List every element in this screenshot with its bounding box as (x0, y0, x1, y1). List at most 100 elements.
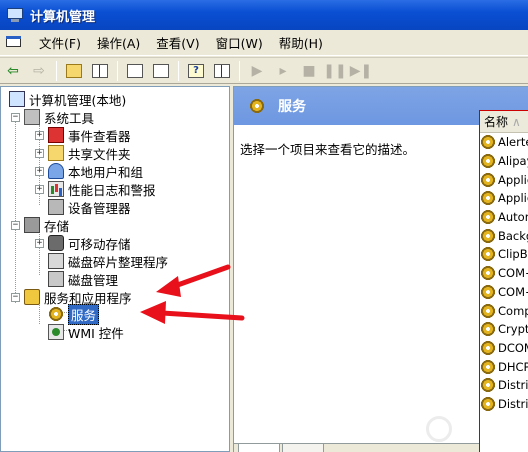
expand-icon[interactable]: + (35, 184, 44, 194)
tree-node-label: 性能日志和警报 (68, 182, 156, 198)
tree-node-device-manager[interactable]: 设备管理器 (48, 198, 131, 216)
list-item[interactable]: Crypto (480, 320, 528, 339)
menu-bar: 文件(F) 操作(A) 查看(V) 窗口(W) 帮助(H) (0, 30, 528, 56)
wmi-control-icon (48, 324, 64, 340)
toolbar: ⇦ ⇨ ? ▶ ▸ ■ ❚❚ ▶❚ (0, 57, 528, 84)
tree-node-label: 共享文件夹 (68, 146, 131, 162)
list-item[interactable]: Applic (480, 170, 528, 189)
sort-indicator: ∧ (512, 114, 521, 129)
console-tree[interactable]: 计算机管理(本地) − 系统工具 + 事件查看器 + 共享文件夹 + 本地用户和… (0, 86, 230, 452)
tree-node-services[interactable]: 服务 (48, 303, 100, 325)
list-item[interactable]: Compu (480, 301, 528, 320)
service-name: COM+ (498, 284, 528, 299)
back-arrow-icon[interactable]: ⇦ (2, 60, 24, 82)
refresh-icon[interactable] (124, 60, 146, 82)
tree-node-label: 磁盘碎片整理程序 (68, 254, 169, 270)
window-menu-icon[interactable] (5, 34, 23, 52)
column-name-label: 名称 (484, 115, 509, 129)
gear-icon (480, 302, 496, 319)
toolbar-separator (178, 60, 179, 81)
list-item[interactable]: DCOM (480, 339, 528, 358)
tree-node-perf-logs[interactable]: + 性能日志和警报 (35, 180, 156, 198)
toolbar-separator (117, 60, 118, 81)
list-item[interactable]: COM+ (480, 283, 528, 302)
services-apps-icon (24, 289, 40, 305)
gear-icon (480, 321, 496, 338)
column-header-name[interactable]: 名称 ∧ (480, 111, 528, 133)
tab-standard[interactable] (282, 444, 324, 452)
list-item[interactable]: Backgr (480, 226, 528, 245)
list-item[interactable]: COM+ (480, 264, 528, 283)
tree-node-storage[interactable]: − 存储 (11, 216, 69, 234)
collapse-icon[interactable]: − (11, 292, 20, 302)
menu-view[interactable]: 查看(V) (148, 33, 207, 52)
restart-service-icon[interactable]: ▶❚ (350, 60, 373, 82)
service-name: ClipBo (498, 247, 528, 262)
list-item[interactable]: Applic (480, 189, 528, 208)
details-pane: 服务 选择一个项目来查看它的描述。 名称 ∧ Alerter Alipay Ap… (233, 86, 528, 452)
list-item[interactable]: ClipBo (480, 245, 528, 264)
list-item[interactable]: Distrib (480, 395, 528, 414)
resume-icon[interactable]: ▸ (272, 60, 294, 82)
pause-service-icon[interactable]: ❚❚ (323, 60, 346, 82)
up-folder-icon[interactable] (63, 60, 85, 82)
defrag-icon (48, 253, 64, 269)
tree-node-shared-folders[interactable]: + 共享文件夹 (35, 144, 131, 162)
tree-node-label: 磁盘管理 (68, 272, 119, 288)
services-list[interactable]: 名称 ∧ Alerter Alipay Applic Applic Autom … (479, 110, 528, 452)
tree-node-local-users[interactable]: + 本地用户和组 (35, 162, 143, 180)
list-item[interactable]: Alerter (480, 133, 528, 152)
list-item[interactable]: Alipay (480, 152, 528, 171)
tree-node-root[interactable]: 计算机管理(本地) (9, 90, 126, 108)
menu-file[interactable]: 文件(F) (31, 33, 89, 52)
start-service-icon[interactable]: ▶ (246, 60, 268, 82)
service-name: Distrib (498, 378, 528, 393)
expand-icon[interactable]: + (35, 148, 44, 158)
stop-service-icon[interactable]: ■ (298, 60, 320, 82)
gear-icon (480, 395, 496, 412)
show-tree-icon[interactable] (89, 60, 111, 82)
gear-icon (480, 377, 496, 394)
service-name: Autom (498, 210, 528, 225)
gear-icon (480, 190, 496, 207)
menu-window[interactable]: 窗口(W) (208, 33, 271, 52)
tree-line (15, 113, 16, 303)
tree-node-wmi[interactable]: WMI 控件 (48, 323, 124, 341)
service-name: Applic (498, 172, 528, 187)
list-item[interactable]: Distrib (480, 376, 528, 395)
gear-icon (480, 153, 496, 170)
properties-icon[interactable] (211, 60, 233, 82)
expand-icon[interactable]: + (35, 238, 44, 248)
system-tools-icon (24, 109, 40, 125)
menu-help[interactable]: 帮助(H) (271, 33, 331, 52)
collapse-icon[interactable]: − (11, 220, 20, 230)
service-name: DHCP (498, 359, 528, 374)
tab-extended[interactable] (238, 444, 280, 452)
list-item[interactable]: DHCP (480, 357, 528, 376)
menu-action[interactable]: 操作(A) (89, 33, 148, 52)
help-icon[interactable]: ? (185, 60, 207, 82)
tree-node-removable-storage[interactable]: + 可移动存储 (35, 234, 131, 252)
storage-icon (24, 217, 40, 233)
expand-icon[interactable]: + (35, 166, 44, 176)
computer-icon (9, 91, 25, 107)
forward-arrow-icon[interactable]: ⇨ (28, 60, 50, 82)
watermark (426, 414, 522, 444)
watermark-logo-icon (426, 416, 452, 442)
description-text: 选择一个项目来查看它的描述。 (240, 142, 416, 157)
expand-icon[interactable]: + (35, 130, 44, 140)
tree-node-defrag[interactable]: 磁盘碎片整理程序 (48, 252, 168, 270)
tree-node-label: 事件查看器 (68, 128, 131, 144)
service-name: Alipay (498, 154, 528, 169)
toolbar-separator (239, 60, 240, 81)
gear-icon (480, 171, 496, 188)
tree-node-event-viewer[interactable]: + 事件查看器 (35, 126, 131, 144)
computer-management-icon (6, 6, 24, 24)
tree-node-disk-management[interactable]: 磁盘管理 (48, 270, 118, 288)
event-viewer-icon (48, 127, 64, 143)
shared-folder-icon (48, 145, 64, 161)
list-item[interactable]: Autom (480, 208, 528, 227)
tree-node-system-tools[interactable]: − 系统工具 (11, 108, 94, 126)
collapse-icon[interactable]: − (11, 112, 20, 122)
export-list-icon[interactable] (150, 60, 172, 82)
